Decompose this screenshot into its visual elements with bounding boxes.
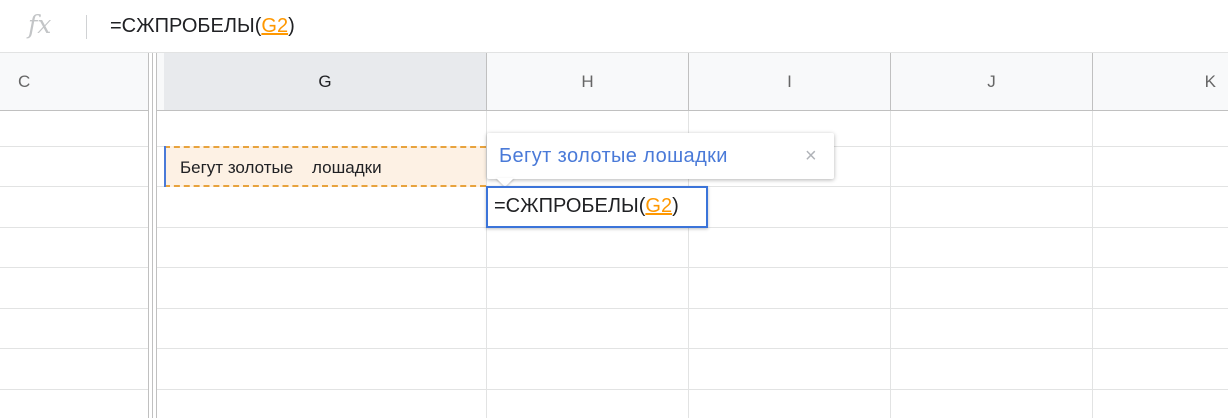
editor-cell-reference: G2 [645,195,673,217]
formula-suffix: ) [288,15,295,37]
close-icon[interactable]: × [805,144,817,168]
preview-text: Бегут золотые лошадки [499,145,728,167]
column-header-h[interactable]: H [487,53,689,110]
column-header-c[interactable]: C [0,53,149,110]
formula-input[interactable]: =СЖПРОБЕЛЫ(G2) [110,12,295,40]
column-header-g[interactable]: G [164,53,487,110]
column-header-i[interactable]: I [689,53,891,110]
frozen-columns-divider[interactable] [148,53,157,418]
column-line [1092,111,1093,418]
formula-result-preview: Бегут золотые лошадки × [487,133,834,179]
formula-bar-separator [86,15,87,39]
cell-g2-left-edge [164,146,166,187]
row-line [0,308,1228,309]
editor-formula-suffix: ) [672,195,679,217]
function-icon: fx [28,10,52,39]
column-headers: C G H I J K [0,53,1228,111]
column-line [890,111,891,418]
editor-formula-prefix: =СЖПРОБЕЛЫ( [494,195,646,217]
formula-prefix: =СЖПРОБЕЛЫ( [110,15,262,37]
column-header-k[interactable]: K [1093,53,1228,110]
formula-cell-reference: G2 [261,15,289,37]
row-line [0,389,1228,390]
row-line [0,267,1228,268]
cell-editor[interactable]: =СЖПРОБЕЛЫ(G2) [486,186,708,228]
cell-g2[interactable]: Бегут золотые лошадки [164,146,486,187]
row-line [0,348,1228,349]
formula-bar: fx =СЖПРОБЕЛЫ(G2) [0,0,1228,53]
column-header-j[interactable]: J [891,53,1093,110]
